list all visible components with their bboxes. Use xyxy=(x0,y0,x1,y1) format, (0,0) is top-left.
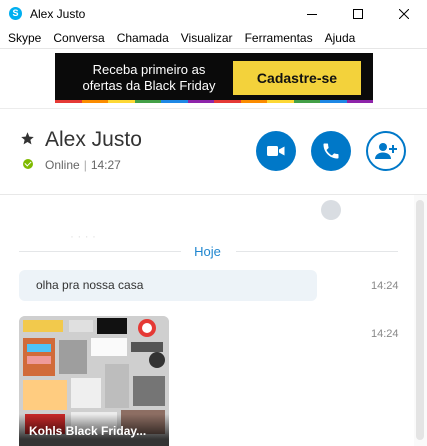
add-person-icon xyxy=(375,143,397,159)
message-bubble[interactable]: olha pra nossa casa xyxy=(19,270,317,301)
header-divider xyxy=(0,194,427,195)
minimize-button[interactable] xyxy=(289,0,335,28)
add-people-button[interactable] xyxy=(366,131,406,171)
ad-line-2: ofertas da Black Friday xyxy=(82,78,216,93)
menu-chamada[interactable]: Chamada xyxy=(117,31,169,45)
close-icon xyxy=(399,9,409,19)
star-icon[interactable] xyxy=(20,131,35,146)
menu-visualizar[interactable]: Visualizar xyxy=(181,31,233,45)
skype-icon: S xyxy=(9,7,22,20)
phone-icon xyxy=(323,143,339,159)
link-timestamp: 14:24 xyxy=(371,328,399,340)
maximize-icon xyxy=(353,9,363,19)
ad-banner[interactable]: Receba primeiro as ofertas da Black Frid… xyxy=(55,53,373,103)
link-title: Kohls Black Friday... xyxy=(29,424,147,438)
contact-avatar xyxy=(321,200,341,220)
ad-text: Receba primeiro as ofertas da Black Frid… xyxy=(69,62,229,94)
menu-ajuda[interactable]: Ajuda xyxy=(325,31,356,45)
menu-conversa[interactable]: Conversa xyxy=(53,31,104,45)
ad-divider xyxy=(0,108,427,109)
menu-skype[interactable]: Skype xyxy=(8,31,41,45)
close-button[interactable] xyxy=(381,0,427,28)
presence-status: Online xyxy=(45,158,80,172)
menu-ferramentas[interactable]: Ferramentas xyxy=(245,31,313,45)
day-divider-right xyxy=(236,251,398,252)
menu-divider xyxy=(0,48,427,49)
scrollbar-thumb[interactable] xyxy=(416,200,424,440)
minimize-icon xyxy=(307,14,317,15)
title-bar: S Alex Justo xyxy=(0,0,427,28)
ad-signup-button[interactable]: Cadastre-se xyxy=(233,61,361,95)
faded-history-text: · · · · xyxy=(70,229,96,243)
message-timestamp: 14:24 xyxy=(371,280,399,292)
audio-call-button[interactable] xyxy=(311,131,351,171)
contact-name: Alex Justo xyxy=(45,128,142,151)
presence-separator: | xyxy=(83,158,87,172)
window-title: Alex Justo xyxy=(30,7,86,21)
message-text: olha pra nossa casa xyxy=(36,278,144,292)
menu-bar: Skype Conversa Chamada Visualizar Ferram… xyxy=(0,28,427,48)
ad-line-1: Receba primeiro as xyxy=(92,62,206,77)
video-camera-icon xyxy=(267,146,285,156)
video-call-button[interactable] xyxy=(256,131,296,171)
presence-info: Online | 14:27 xyxy=(45,158,121,172)
contact-local-time: 14:27 xyxy=(90,158,121,172)
online-status-icon xyxy=(23,159,33,169)
maximize-button[interactable] xyxy=(335,0,381,28)
ad-color-stripe xyxy=(55,100,373,103)
shared-link-card[interactable]: Kohls Black Friday... xyxy=(19,316,169,446)
